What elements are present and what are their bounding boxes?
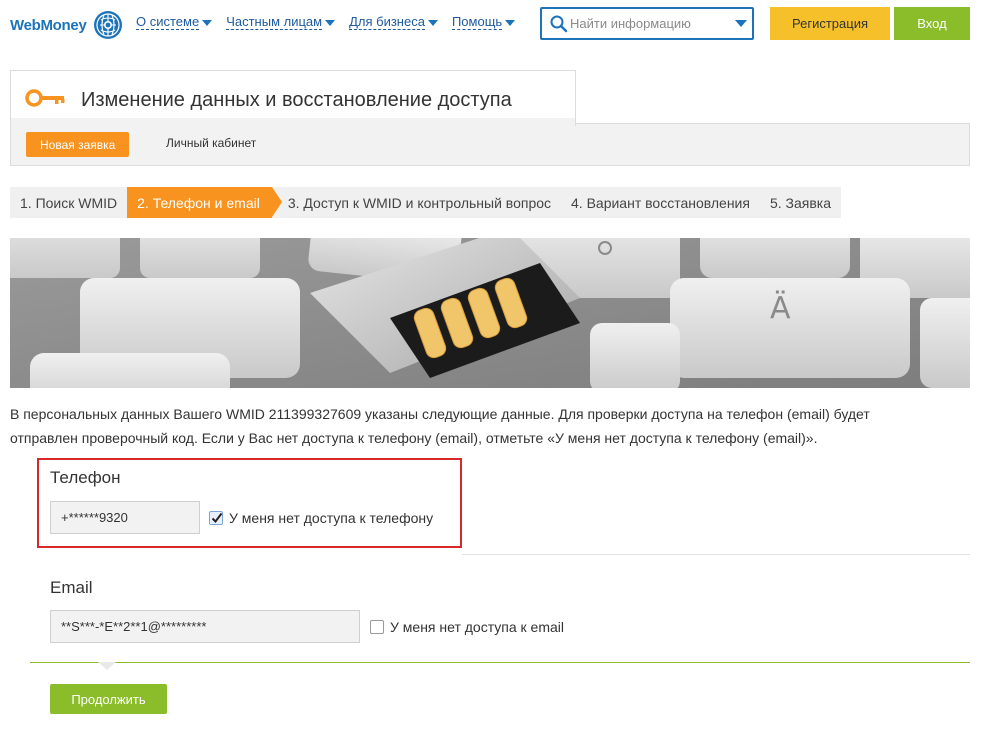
intro-line: В персональных данных Вашего WMID 211399… bbox=[10, 406, 870, 422]
divider bbox=[462, 554, 970, 555]
page-title: Изменение данных и восстановление доступ… bbox=[81, 89, 512, 111]
site-header: WebMoney О системе Частным лицам Для биз… bbox=[0, 0, 988, 48]
search-icon[interactable] bbox=[548, 13, 570, 35]
step-search-wmid[interactable]: 1. Поиск WMID bbox=[10, 187, 128, 218]
step-request: 5. Заявка bbox=[759, 187, 842, 218]
chevron-down-icon bbox=[325, 19, 336, 26]
nav-item-business[interactable]: Для бизнеса bbox=[349, 15, 438, 30]
step-wmid-access: 3. Доступ к WMID и контрольный вопрос bbox=[271, 187, 562, 218]
continue-button[interactable]: Продолжить bbox=[50, 684, 167, 714]
chevron-down-icon bbox=[505, 19, 516, 26]
search-box bbox=[540, 7, 754, 40]
nav-item-label: О системе bbox=[136, 14, 200, 30]
chevron-down-icon bbox=[202, 19, 213, 26]
step-phone-email: 2. Телефон и email bbox=[127, 187, 282, 218]
key-icon bbox=[25, 89, 65, 107]
phone-title: Телефон bbox=[50, 468, 121, 487]
title-connector bbox=[11, 118, 575, 126]
nav-item-help[interactable]: Помощь bbox=[451, 14, 516, 30]
nav-item-about[interactable]: О системе bbox=[136, 14, 213, 30]
email-no-access-label: У меня нет доступа к email bbox=[390, 619, 565, 635]
logo-text: WebMoney bbox=[10, 16, 87, 34]
webmoney-logo[interactable]: WebMoney bbox=[10, 10, 123, 40]
phone-no-access-label: У меня нет доступа к телефону bbox=[229, 510, 434, 526]
phone-no-access-checkbox[interactable]: У меня нет доступа к телефону bbox=[209, 510, 433, 526]
tab-new-request[interactable]: Новая заявка bbox=[26, 132, 130, 157]
search-input[interactable] bbox=[570, 16, 720, 31]
email-title: Email bbox=[50, 578, 93, 597]
key-letter: Ä bbox=[770, 290, 791, 326]
email-field: **S***-*E**2**1@********* bbox=[50, 610, 360, 643]
nav-item-personal[interactable]: Частным лицам bbox=[226, 14, 336, 30]
chevron-down-icon bbox=[427, 19, 438, 26]
tab-personal-cabinet[interactable]: Личный кабинет bbox=[166, 136, 256, 150]
intro-text: В персональных данных Вашего WMID 211399… bbox=[10, 402, 970, 450]
nav-item-label: Для бизнеса bbox=[349, 14, 425, 30]
search-dropdown-icon[interactable] bbox=[735, 20, 747, 27]
phone-field: +******9320 bbox=[50, 501, 200, 534]
checkbox-unchecked-icon[interactable] bbox=[370, 620, 384, 634]
register-button[interactable]: Регистрация bbox=[770, 7, 890, 40]
email-no-access-checkbox[interactable]: У меня нет доступа к email bbox=[370, 619, 564, 635]
banner-image: Ä bbox=[10, 238, 970, 388]
keyboard-usb-illustration: Ä bbox=[10, 238, 970, 388]
main-nav: О системе Частным лицам Для бизнеса Помо… bbox=[136, 14, 516, 30]
nav-item-label: Частным лицам bbox=[226, 14, 323, 30]
form-divider bbox=[30, 662, 970, 663]
intro-line: отправлен проверочный код. Если у Вас не… bbox=[10, 430, 818, 446]
nav-item-label: Помощь bbox=[451, 14, 503, 30]
step-recovery-option: 4. Вариант восстановления bbox=[561, 187, 760, 218]
globe-logo-icon bbox=[93, 11, 122, 39]
wizard-steps: 1. Поиск WMID 2. Телефон и email 3. Дост… bbox=[10, 187, 842, 218]
divider-notch bbox=[98, 662, 116, 670]
tabs-bar bbox=[10, 123, 970, 166]
login-button[interactable]: Вход bbox=[894, 7, 970, 40]
checkbox-checked-icon[interactable] bbox=[209, 511, 223, 525]
